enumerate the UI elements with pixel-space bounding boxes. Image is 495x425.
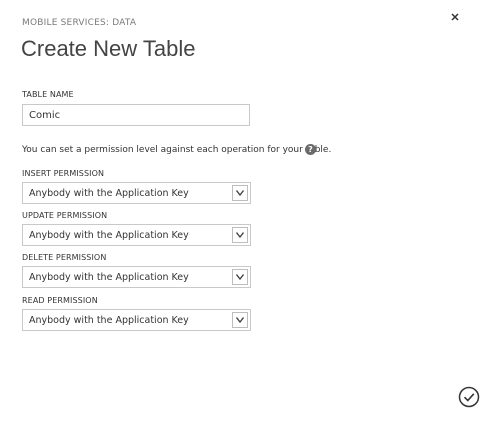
chevron-down-icon[interactable] — [232, 312, 248, 328]
breadcrumb: MOBILE SERVICES: DATA — [22, 18, 137, 28]
update-permission-label: UPDATE PERMISSION — [22, 211, 108, 220]
checkmark-circle-icon[interactable] — [458, 386, 480, 408]
chevron-down-icon[interactable] — [232, 269, 248, 285]
delete-permission-select[interactable]: Anybody with the Application Key — [22, 266, 251, 288]
help-icon[interactable]: ? — [305, 144, 316, 155]
delete-permission-value: Anybody with the Application Key — [29, 272, 189, 283]
update-permission-value: Anybody with the Application Key — [29, 230, 189, 241]
read-permission-select[interactable]: Anybody with the Application Key — [22, 309, 251, 331]
table-name-input[interactable] — [22, 104, 250, 126]
chevron-down-icon[interactable] — [232, 227, 248, 243]
update-permission-select[interactable]: Anybody with the Application Key — [22, 224, 251, 246]
close-icon[interactable] — [447, 9, 463, 25]
permission-info-text: You can set a permission level against e… — [22, 145, 332, 155]
insert-permission-value: Anybody with the Application Key — [29, 188, 189, 199]
read-permission-value: Anybody with the Application Key — [29, 315, 189, 326]
create-table-dialog: MOBILE SERVICES: DATA Create New Table T… — [0, 0, 495, 425]
read-permission-label: READ PERMISSION — [22, 296, 98, 305]
table-name-label: TABLE NAME — [22, 90, 74, 99]
insert-permission-label: INSERT PERMISSION — [22, 169, 105, 178]
chevron-down-icon[interactable] — [232, 185, 248, 201]
delete-permission-label: DELETE PERMISSION — [22, 253, 107, 262]
insert-permission-select[interactable]: Anybody with the Application Key — [22, 182, 251, 204]
dialog-title: Create New Table — [21, 36, 196, 61]
